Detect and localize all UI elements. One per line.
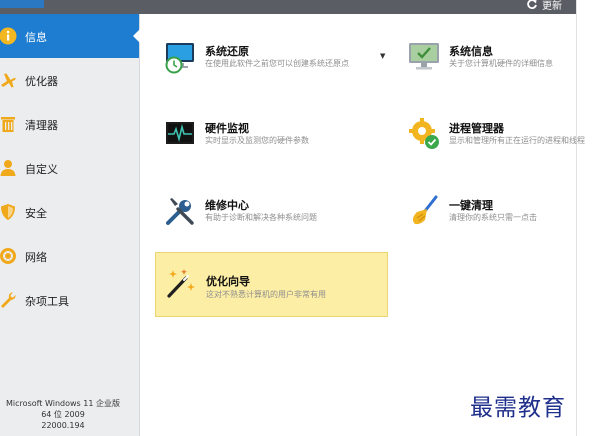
refresh-icon [527, 0, 537, 9]
wizard-icon [164, 266, 198, 300]
process-manager-icon [407, 117, 441, 151]
tool-system-info[interactable]: 系统信息 关于您计算机硬件的详细信息 [399, 36, 574, 78]
tool-title: 系统信息 [449, 45, 493, 58]
tool-hardware-monitor[interactable]: 硬件监视 实时显示及监测您的硬件参数 [155, 113, 375, 155]
system-info-text: Microsoft Windows 11 企业版 64 位 2009 22000… [0, 398, 126, 431]
sidebar-item-label: 安全 [25, 207, 47, 220]
tool-one-click-clean[interactable]: 一键清理 清理你的系统只需一点击 [399, 190, 574, 232]
tool-repair-center[interactable]: 维修中心 有助于诊断和解决各种系统问题 [155, 190, 375, 232]
system-info-icon [407, 40, 441, 74]
sidebar-item-security[interactable]: 安全 [0, 190, 139, 234]
tool-process-manager[interactable]: 进程管理器 显示和管理所有正在运行的进程和线程 [399, 113, 585, 155]
sidebar-item-info[interactable]: 信息 [0, 14, 140, 58]
tool-title: 优化向导 [206, 275, 250, 288]
user-icon [0, 158, 18, 178]
sidebar-item-network[interactable]: 网络 [0, 234, 139, 278]
sidebar-item-label: 优化器 [25, 75, 58, 88]
chevron-down-icon[interactable]: ▼ [380, 52, 385, 60]
globe-icon [0, 246, 18, 266]
tool-system-restore[interactable]: 系统还原 在使用此软件之前您可以创建系统还原点 [155, 36, 375, 78]
tool-description: 实时显示及监测您的硬件参数 [205, 136, 309, 145]
sidebar-item-misc-tools[interactable]: 杂项工具 [0, 278, 139, 322]
tool-title: 进程管理器 [449, 122, 504, 135]
os-build: 22000.194 [41, 421, 85, 430]
shield-icon [0, 202, 18, 222]
tool-optimization-wizard[interactable]: 优化向导 这对不熟悉计算机的用户非常有用 [155, 252, 388, 317]
tool-description: 清理你的系统只需一点击 [449, 213, 537, 222]
tool-title: 硬件监视 [205, 122, 249, 135]
sidebar-item-label: 自定义 [25, 163, 58, 176]
sidebar-item-optimizer[interactable]: 优化器 [0, 58, 139, 102]
airplane-icon [0, 70, 18, 90]
title-bar: 更新 [0, 0, 576, 14]
window-edge [576, 0, 592, 436]
tool-title: 系统还原 [205, 45, 249, 58]
sidebar-item-label: 杂项工具 [25, 295, 69, 308]
sidebar-item-label: 清理器 [25, 119, 58, 132]
app-logo [0, 0, 44, 8]
sidebar-item-label: 网络 [25, 251, 47, 264]
sidebar-item-customize[interactable]: 自定义 [0, 146, 139, 190]
watermark: 最需教育 [470, 395, 566, 421]
wrench-icon [0, 290, 18, 310]
update-label: 更新 [542, 0, 562, 12]
sidebar-item-label: 信息 [25, 31, 47, 44]
trash-icon [0, 114, 18, 134]
tool-description: 显示和管理所有正在运行的进程和线程 [449, 136, 585, 145]
tool-title: 维修中心 [205, 199, 249, 212]
hardware-monitor-icon [163, 117, 197, 151]
tool-description: 在使用此软件之前您可以创建系统还原点 [205, 59, 349, 68]
repair-center-icon [163, 194, 197, 228]
update-button[interactable]: 更新 [526, 0, 562, 12]
sidebar: 信息 优化器 清理器 自定义 安全 网络 杂项工具 Microsoft Wind… [0, 14, 140, 436]
sidebar-item-cleaner[interactable]: 清理器 [0, 102, 139, 146]
os-version: 64 位 2009 [41, 410, 85, 419]
system-restore-icon [163, 40, 197, 74]
tool-title: 一键清理 [449, 199, 493, 212]
info-icon [0, 26, 18, 46]
tool-description: 关于您计算机硬件的详细信息 [449, 59, 553, 68]
tool-description: 这对不熟悉计算机的用户非常有用 [206, 290, 326, 299]
one-click-clean-icon [407, 194, 441, 228]
os-name: Microsoft Windows 11 企业版 [6, 399, 120, 408]
tool-description: 有助于诊断和解决各种系统问题 [205, 213, 317, 222]
